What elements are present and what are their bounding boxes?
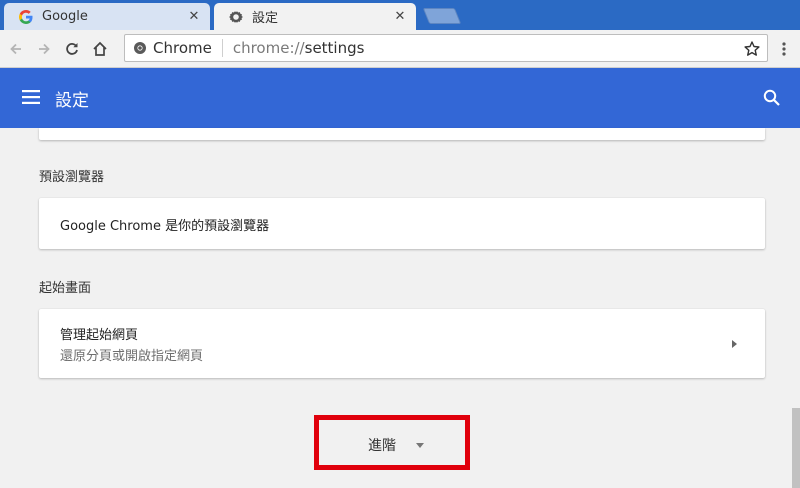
tab-settings[interactable]: 設定 ✕ xyxy=(214,3,416,30)
omnibox-chip-label: Chrome xyxy=(153,39,212,57)
back-arrow-icon[interactable] xyxy=(2,35,30,63)
url-scheme: chrome:// xyxy=(232,39,305,57)
tab-title: 設定 xyxy=(252,11,279,26)
forward-arrow-icon[interactable] xyxy=(30,35,58,63)
home-icon[interactable] xyxy=(86,35,114,63)
tab-strip: Google ✕ 設定 ✕ xyxy=(0,0,800,30)
close-tab-icon[interactable]: ✕ xyxy=(392,9,408,25)
section-heading-default-browser: 預設瀏覽器 xyxy=(39,170,105,185)
page-title: 設定 xyxy=(55,91,89,111)
scrollbar-thumb[interactable] xyxy=(792,408,800,488)
startup-card[interactable]: 管理起始網頁 還原分頁或開啟指定網頁 xyxy=(39,309,765,378)
more-menu-icon[interactable] xyxy=(780,41,788,57)
bookmark-star-icon[interactable] xyxy=(743,40,761,58)
url-text[interactable]: chrome://settings xyxy=(233,39,365,57)
chrome-icon xyxy=(134,42,146,54)
scrollbar[interactable] xyxy=(792,128,800,488)
new-tab-button[interactable] xyxy=(422,8,462,24)
settings-header: 設定 xyxy=(0,68,800,128)
section-heading-startup: 起始畫面 xyxy=(39,281,92,296)
default-browser-text: Google Chrome 是你的預設瀏覽器 xyxy=(60,219,270,234)
url-host: settings xyxy=(304,39,365,57)
address-bar[interactable]: Chrome chrome://settings xyxy=(124,34,768,62)
chevron-right-icon xyxy=(732,340,737,348)
settings-content: 預設瀏覽器 Google Chrome 是你的預設瀏覽器 起始畫面 管理起始網頁… xyxy=(0,128,800,488)
reload-icon[interactable] xyxy=(58,35,86,63)
tab-google[interactable]: Google ✕ xyxy=(4,3,210,30)
omnibox-separator xyxy=(221,39,223,57)
startup-title: 管理起始網頁 xyxy=(60,328,139,343)
startup-subtitle: 還原分頁或開啟指定網頁 xyxy=(60,349,204,364)
default-browser-card: Google Chrome 是你的預設瀏覽器 xyxy=(39,198,765,249)
tab-title: Google xyxy=(42,9,88,24)
close-tab-icon[interactable]: ✕ xyxy=(186,9,202,25)
menu-icon[interactable] xyxy=(22,90,40,104)
search-icon[interactable] xyxy=(762,88,782,108)
omnibox-chip: Chrome xyxy=(125,39,212,57)
google-g-icon xyxy=(18,9,34,25)
gear-icon xyxy=(228,9,244,25)
previous-card xyxy=(39,128,765,140)
browser-toolbar: Chrome chrome://settings xyxy=(0,30,800,68)
highlight-box xyxy=(314,415,470,470)
